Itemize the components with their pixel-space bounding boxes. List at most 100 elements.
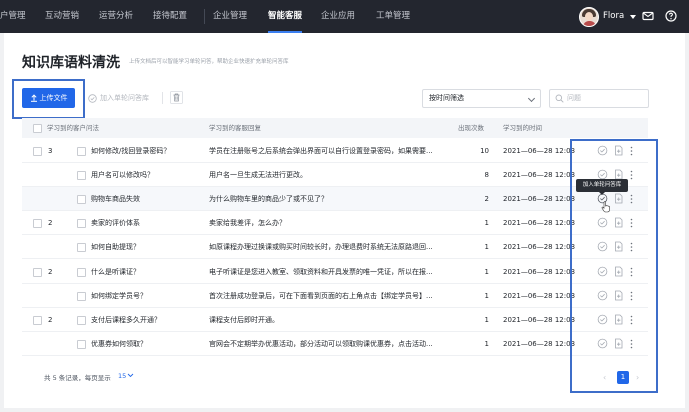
row-count: 1 xyxy=(484,267,489,276)
row-checkbox[interactable] xyxy=(77,243,86,253)
row-time: 2021—06—28 12:03 xyxy=(503,291,576,300)
row-checkbox[interactable] xyxy=(77,219,86,229)
row-count: 1 xyxy=(484,219,489,228)
nav-item-marketing[interactable]: 互动营销 xyxy=(45,0,79,33)
nav-item-reception[interactable]: 接待配置 xyxy=(153,0,187,33)
nav-item-apps[interactable]: 企业应用 xyxy=(321,0,355,33)
row-answer: 课程支付后即时开通。 xyxy=(209,315,279,324)
table-row[interactable]: 2 支付后课程多久开通？ 课程支付后即时开通。 1 2021—06—28 12:03 xyxy=(22,308,648,332)
nav-item-analytics[interactable]: 运营分析 xyxy=(99,0,133,33)
row-question: 如何自助提现？ xyxy=(91,243,140,252)
row-time: 2021—06—28 12:03 xyxy=(503,243,576,252)
help-icon[interactable] xyxy=(665,10,677,22)
header-question: 学习到的客户问法 xyxy=(47,124,99,132)
row-answer: 官网会不定期举办优惠活动，部分活动可以领取购课优惠券，点击活动... xyxy=(209,339,433,348)
row-group-count: 3 xyxy=(48,147,53,155)
nav-item-enterprise[interactable]: 企业管理 xyxy=(213,0,247,33)
add-faq-tooltip: 加入单轮问答库 xyxy=(576,179,628,195)
table-row[interactable]: 优惠券如何领取？ 官网会不定期举办优惠活动，部分活动可以领取购课优惠券，点击活动.… xyxy=(22,332,648,356)
header-answer: 学习到的客服回复 xyxy=(209,124,261,132)
row-time: 2021—06—28 12:03 xyxy=(503,267,576,276)
search-input[interactable]: 问题 xyxy=(549,89,649,108)
upload-highlight-box xyxy=(12,79,85,119)
trash-icon[interactable] xyxy=(170,91,183,104)
header-count: 出现次数 xyxy=(458,124,484,132)
nav-item-tickets[interactable]: 工单管理 xyxy=(376,0,410,33)
table-row[interactable]: 如何自助提现？ 如原课程办理过换课或购买时间较长时，办理退费时系统无法原路退回..… xyxy=(22,235,648,260)
select-all-checkbox[interactable] xyxy=(33,124,42,133)
row-question: 卖家的评价体系 xyxy=(91,219,140,228)
top-nav: 户管理 互动营销 运营分析 接待配置 企业管理 智能客服 企业应用 工单管理 F… xyxy=(0,0,689,33)
row-count: 1 xyxy=(484,315,489,324)
page-number-current[interactable]: 1 xyxy=(617,371,629,384)
hand-cursor-icon xyxy=(601,201,610,213)
row-time: 2021—06—28 12:03 xyxy=(503,171,576,180)
table-header: 学习到的客户问法 学习到的客服回复 出现次数 学习到的时间 xyxy=(22,118,648,138)
page-title: 知识库语料清洗 xyxy=(22,55,120,71)
table-row[interactable]: 购物车商品失效 为什么购物车里的商品少了或不见了？ 2 2021—06—28 12:0… xyxy=(22,187,648,212)
row-checkbox[interactable] xyxy=(77,195,86,205)
row-checkbox[interactable] xyxy=(77,291,86,301)
prev-page-button[interactable]: ‹ xyxy=(603,373,606,382)
row-count: 10 xyxy=(480,147,489,155)
row-group-checkbox[interactable] xyxy=(33,147,42,156)
search-icon xyxy=(555,94,564,103)
row-answer: 如原课程办理过换课或购买时间较长时，办理退费时系统无法原路退回... xyxy=(209,243,433,252)
app-root: 户管理 互动营销 运营分析 接待配置 企业管理 智能客服 企业应用 工单管理 F… xyxy=(0,0,689,412)
search-placeholder: 问题 xyxy=(567,94,581,102)
add-to-faq-label: 加入单轮问答库 xyxy=(100,94,149,102)
row-group-checkbox[interactable] xyxy=(33,315,42,325)
table-row[interactable]: 3 如何修改/找回登录密码？ 学员在注册账号之后系统会弹出界面可以自行设置登录密码，… xyxy=(22,139,648,163)
mail-icon[interactable] xyxy=(642,10,654,22)
user-menu-caret-icon[interactable] xyxy=(630,15,636,19)
page-size-select[interactable]: 15 xyxy=(118,372,134,380)
row-group-checkbox[interactable] xyxy=(33,219,42,229)
row-answer: 电子听课证是您进入教室、领取资料和开具发票的唯一凭证，所以在报... xyxy=(209,267,433,276)
row-group-checkbox[interactable] xyxy=(33,267,42,277)
row-question: 如何修改/找回登录密码？ xyxy=(91,147,171,155)
nav-item-smart-service[interactable]: 智能客服 xyxy=(268,0,303,33)
page-subtitle: 上传文档后可以智能学习单轮问答，帮助企业快速扩充单轮问答库 xyxy=(129,59,289,65)
chevron-down-icon xyxy=(527,94,536,103)
row-checkbox[interactable] xyxy=(77,315,86,325)
check-circle-icon xyxy=(88,93,97,103)
row-time: 2021—06—28 12:03 xyxy=(503,339,576,348)
row-answer: 卖家给我差评，怎么办？ xyxy=(209,219,286,228)
row-question: 什么是听课证？ xyxy=(91,267,140,276)
page-size-value: 15 xyxy=(118,372,127,380)
pagination-summary: 共 5 条记录，每页显示 xyxy=(44,374,111,382)
time-filter-select[interactable]: 按时间筛选 xyxy=(422,89,541,108)
row-checkbox[interactable] xyxy=(77,171,86,181)
table-row[interactable]: 如何绑定学员号？ 首次注册成功登录后，可在下面看到页面的右上角点击【绑定学员号】.… xyxy=(22,284,648,308)
row-count: 1 xyxy=(484,339,489,348)
row-question: 支付后课程多久开通？ xyxy=(91,315,161,324)
row-question: 购物车商品失效 xyxy=(91,195,140,204)
chevron-down-icon xyxy=(127,373,134,378)
row-count: 1 xyxy=(484,243,489,252)
row-count: 8 xyxy=(484,171,489,180)
row-question: 优惠券如何领取？ xyxy=(91,339,147,348)
user-avatar[interactable] xyxy=(579,7,599,27)
row-group-count: 2 xyxy=(48,267,53,276)
row-checkbox[interactable] xyxy=(77,267,86,277)
table-row[interactable]: 用户名可以修改吗？ 用户名一旦生成无法进行更改。 8 2021—06—28 12:03 xyxy=(22,163,648,188)
row-answer: 学员在注册账号之后系统会弹出界面可以自行设置登录密码，如果需要... xyxy=(209,147,433,155)
user-name[interactable]: Flora xyxy=(603,0,624,33)
row-count: 1 xyxy=(484,291,489,300)
nav-item-customer[interactable]: 户管理 xyxy=(0,0,26,33)
row-group-count: 2 xyxy=(48,315,53,324)
row-answer: 首次注册成功登录后，可在下面看到页面的右上角点击【绑定学员号】... xyxy=(209,291,433,300)
actions-highlight-box xyxy=(570,139,658,393)
row-checkbox[interactable] xyxy=(77,339,86,349)
table-row[interactable]: 2 卖家的评价体系 卖家给我差评，怎么办？ 1 2021—06—28 12:03 xyxy=(22,211,648,236)
next-page-button[interactable]: › xyxy=(636,373,639,382)
table-row[interactable]: 2 什么是听课证？ 电子听课证是您进入教室、领取资料和开具发票的唯一凭证，所以在报.… xyxy=(22,260,648,284)
add-to-faq-button[interactable]: 加入单轮问答库 xyxy=(88,90,149,106)
time-filter-label: 按时间筛选 xyxy=(429,94,464,102)
header-time: 学习到的时间 xyxy=(503,124,542,132)
row-checkbox[interactable] xyxy=(77,147,86,156)
row-time: 2021—06—28 12:03 xyxy=(503,219,576,228)
row-answer: 用户名一旦生成无法进行更改。 xyxy=(209,171,307,180)
row-time: 2021—06—28 12:03 xyxy=(503,195,576,204)
row-time: 2021—06—28 12:03 xyxy=(503,147,576,155)
